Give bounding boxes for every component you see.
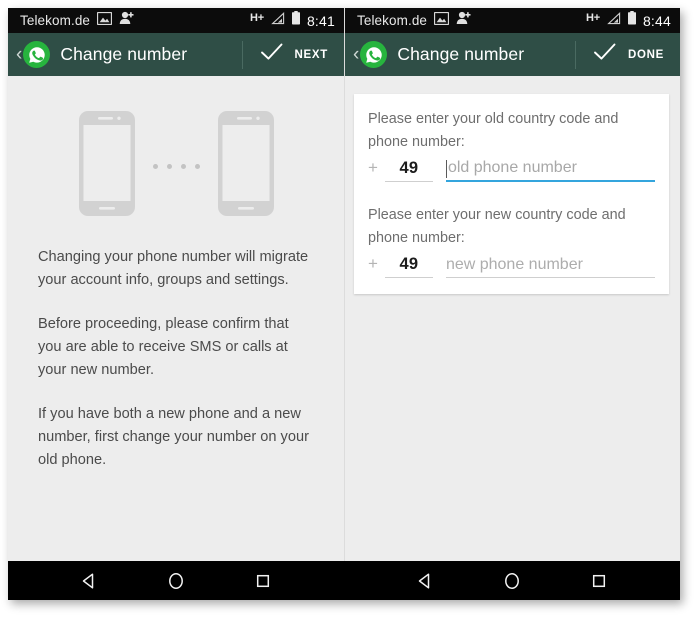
- intro-content: Changing your phone number will migrate …: [8, 76, 344, 561]
- back-button[interactable]: ‹: [16, 45, 22, 64]
- app-bar-actions: DONE: [574, 33, 680, 76]
- status-bar-notification-icons: [433, 11, 471, 30]
- status-bar: Telekom.de H+: [345, 8, 680, 33]
- new-country-code-input[interactable]: 49: [384, 255, 433, 278]
- done-button[interactable]: DONE: [628, 49, 664, 61]
- old-number-label: Please enter your old country code and p…: [368, 111, 619, 150]
- intro-paragraph-1: Changing your phone number will migrate …: [38, 249, 309, 288]
- plus-prefix-icon: +: [368, 158, 378, 177]
- app-bar-divider: [241, 40, 243, 69]
- clock-label: 8:44: [642, 12, 671, 29]
- status-bar-system-icons: H+ 8:41: [250, 11, 335, 30]
- screens-container: Telekom.de H+ 8:41 ‹ Change number NEXT …: [8, 8, 680, 561]
- old-number-row: + 49 old phone number: [368, 158, 655, 182]
- checkmark-icon[interactable]: [593, 42, 617, 67]
- old-phone-number-placeholder: old phone number: [447, 159, 577, 176]
- home-circle-icon[interactable]: [159, 564, 193, 598]
- navigation-buttons-left: [8, 561, 344, 600]
- carrier-label: Telekom.de: [357, 13, 428, 28]
- app-bar: ‹ Change number NEXT: [8, 33, 344, 76]
- new-number-label: Please enter your new country code and p…: [368, 207, 626, 246]
- transfer-dots: [152, 163, 200, 169]
- back-button[interactable]: ‹: [353, 45, 359, 64]
- screen-left-change-number-intro: Telekom.de H+ 8:41 ‹ Change number NEXT …: [8, 8, 344, 561]
- page-title: Change number: [397, 44, 525, 64]
- recents-square-icon[interactable]: [582, 564, 616, 598]
- navigation-buttons-right: [344, 561, 680, 600]
- status-bar-notification-icons: [96, 11, 134, 30]
- two-phones-transfer-illustration: [8, 76, 344, 234]
- screenshot-icon: [96, 11, 113, 30]
- back-triangle-icon[interactable]: [408, 564, 442, 598]
- person-add-icon: [119, 11, 134, 30]
- carrier-label: Telekom.de: [20, 13, 91, 28]
- transfer-dot: [166, 163, 172, 169]
- battery-icon: [627, 11, 637, 30]
- old-phone-icon: [78, 110, 136, 222]
- transfer-dot: [194, 163, 200, 169]
- transfer-dot: [180, 163, 186, 169]
- old-country-code-value: 49: [399, 159, 419, 177]
- screen-right-change-number-form: Telekom.de H+ 8:44 ‹ Change number DONE …: [344, 8, 680, 561]
- new-phone-icon: [217, 110, 275, 222]
- status-bar: Telekom.de H+: [8, 8, 344, 33]
- person-add-icon: [456, 11, 471, 30]
- plus-prefix-icon: +: [368, 254, 378, 273]
- old-phone-number-input[interactable]: old phone number: [445, 159, 655, 182]
- transfer-dot: [152, 163, 158, 169]
- network-type-label: H+: [249, 11, 264, 24]
- screenshot-frame: Telekom.de H+ 8:41 ‹ Change number NEXT …: [8, 8, 680, 600]
- intro-paragraph-3: If you have both a new phone and a new n…: [38, 406, 309, 468]
- form-content: Please enter your old country code and p…: [345, 76, 680, 561]
- whatsapp-logo-icon: [360, 41, 388, 68]
- old-country-code-input[interactable]: 49: [384, 159, 433, 182]
- android-navigation-bar: [8, 561, 680, 600]
- clock-label: 8:41: [306, 12, 335, 29]
- intro-paragraphs: Changing your phone number will migrate …: [8, 234, 344, 472]
- checkmark-icon[interactable]: [260, 42, 284, 67]
- back-triangle-icon[interactable]: [72, 564, 106, 598]
- text-caret: [445, 160, 447, 178]
- app-bar: ‹ Change number DONE: [345, 33, 680, 76]
- network-type-label: H+: [585, 11, 600, 24]
- new-country-code-value: 49: [399, 255, 419, 273]
- signal-icon: [606, 11, 621, 30]
- whatsapp-logo-icon: [23, 41, 51, 68]
- recents-square-icon[interactable]: [246, 564, 280, 598]
- page-title: Change number: [60, 44, 188, 64]
- home-circle-icon[interactable]: [495, 564, 529, 598]
- next-button[interactable]: NEXT: [295, 49, 328, 61]
- app-bar-divider: [574, 40, 576, 69]
- new-phone-number-input[interactable]: new phone number: [445, 256, 655, 278]
- battery-icon: [291, 11, 301, 30]
- screenshot-icon: [433, 11, 450, 30]
- new-number-row: + 49 new phone number: [368, 254, 655, 278]
- new-phone-number-placeholder: new phone number: [445, 256, 583, 273]
- status-bar-system-icons: H+ 8:44: [586, 11, 671, 30]
- app-bar-actions: NEXT: [241, 33, 344, 76]
- signal-icon: [270, 11, 285, 30]
- intro-paragraph-2: Before proceeding, please confirm that y…: [38, 316, 289, 378]
- change-number-form-card: Please enter your old country code and p…: [354, 94, 669, 294]
